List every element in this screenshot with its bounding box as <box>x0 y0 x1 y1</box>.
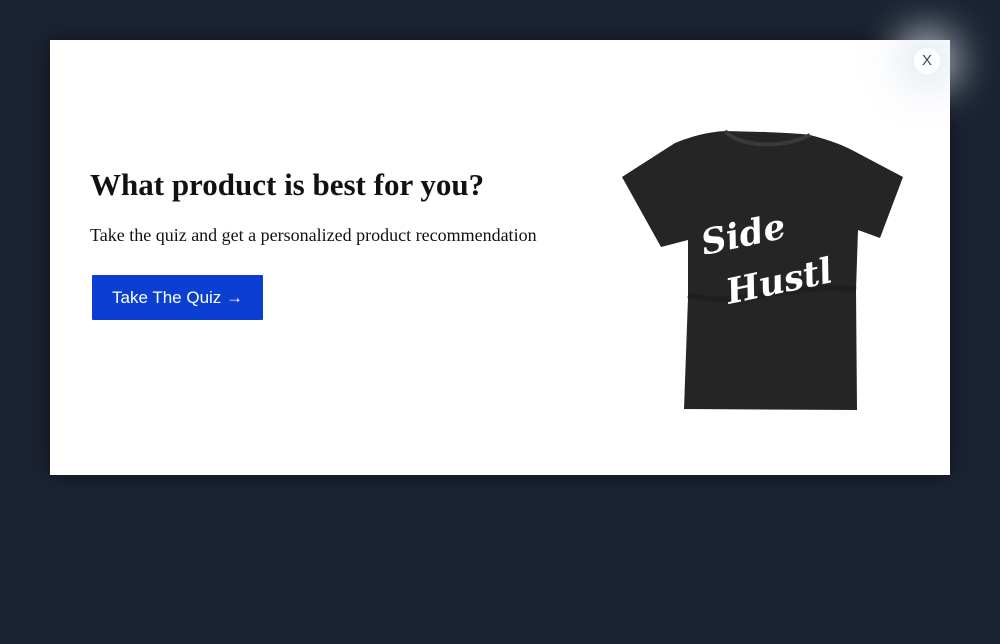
popup-headline: What product is best for you? <box>90 167 485 202</box>
product-tshirt-image: Side Hustl <box>622 130 903 410</box>
popup-copy: What product is best for you? Take the q… <box>90 167 610 320</box>
popup-subtext: Take the quiz and get a personalized pro… <box>90 225 537 245</box>
quiz-popup-modal: X What product is best for you? Take the… <box>50 40 950 475</box>
close-button[interactable]: X <box>914 48 940 74</box>
take-quiz-button[interactable]: Take The Quiz → <box>92 275 264 320</box>
